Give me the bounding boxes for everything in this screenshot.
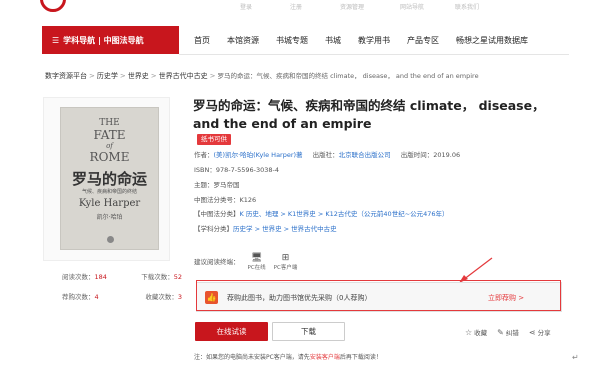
read-option-pc-client[interactable]: ⊞ PC客户端: [274, 253, 298, 272]
install-note: 注：如果您的电脑尚未安装PC客户端，请先安装客户端后再下载阅读！: [194, 354, 382, 361]
recommend-text: 荐购此图书，助力图书馆优先采购（0人荐购）: [227, 294, 372, 302]
top-link[interactable]: 联系我们: [455, 2, 479, 11]
top-link[interactable]: 登录: [240, 2, 252, 11]
clc-class-link[interactable]: K 历史、地理 > K1世界史 > K12古代史（公元前40世纪~公元476年）: [240, 210, 449, 218]
read-option-pc-online[interactable]: 🖥 PC在线: [248, 253, 266, 272]
nav-links: 首页 本馆资源 书城专题 书城 教学用书 产品专区 畅想之星试用数据库: [194, 26, 545, 54]
share-icon: ⋖: [528, 328, 536, 337]
read-terminal: 建议阅读终端： 🖥 PC在线 ⊞ PC客户端: [194, 253, 298, 272]
stat-download: 下载次数：52: [141, 273, 182, 281]
monitor-icon: 🖥: [250, 253, 263, 263]
nav-item-bookstore[interactable]: 书城: [325, 35, 341, 46]
nav-item-textbooks[interactable]: 教学用书: [358, 35, 390, 46]
breadcrumb-current: 罗马的命运：气候、疾病和帝国的终结 climate， disease， and …: [217, 72, 479, 80]
publisher-logo-icon: [107, 236, 114, 243]
recommend-count: （0人荐购）: [332, 294, 372, 302]
breadcrumb-item[interactable]: 数字资源平台: [45, 72, 87, 80]
breadcrumb-item[interactable]: 世界古代中古史: [159, 72, 208, 80]
read-online-button[interactable]: 在线试读: [195, 322, 268, 341]
nav-item-library-resources[interactable]: 本馆资源: [227, 35, 259, 46]
recommend-now-link[interactable]: 立即荐购 >: [488, 293, 524, 303]
windows-icon: ⊞: [281, 253, 290, 263]
edit-icon: ✎: [497, 328, 504, 337]
menu-icon: ☰: [52, 35, 60, 45]
top-bar: 登录 注册 资源管理 网站导航 联系我们: [0, 0, 598, 18]
star-icon: ☆: [465, 328, 473, 337]
subject-nav-button[interactable]: ☰ 学科导航 | 中图法导航: [42, 26, 179, 54]
isbn-value: 978-7-5596-3038-4: [215, 166, 280, 174]
meta-subject-class-row: 【学科分类】历史学 > 世界史 > 世界古代中古史: [194, 225, 337, 233]
book-stats: 阅读次数：184 下载次数：52 荐购次数：4 收藏次数：3: [62, 271, 182, 311]
nav-item-topics[interactable]: 书城专题: [276, 35, 308, 46]
stat-read: 阅读次数：184: [62, 273, 107, 281]
top-link[interactable]: 资源管理: [340, 2, 364, 11]
cover-text: THE: [99, 118, 120, 128]
subject-class-link[interactable]: 历史学 > 世界史 > 世界古代中古史: [233, 225, 337, 233]
clc-value: K126: [239, 196, 257, 204]
main-nav: ☰ 学科导航 | 中图法导航 首页 本馆资源 书城专题 书城 教学用书 产品专区…: [0, 26, 598, 55]
favorite-button[interactable]: ☆ 收藏: [465, 327, 487, 337]
nav-divider: [179, 54, 569, 55]
read-terminal-label: 建议阅读终端：: [194, 258, 240, 266]
book-cover[interactable]: THE FATE of ROME 罗马的命运 气候、疾病和帝国的终结 Kyle …: [60, 107, 159, 250]
install-client-link[interactable]: 安装客户端: [310, 354, 340, 361]
cover-cn-subtitle: 气候、疾病和帝国的终结: [81, 189, 137, 195]
stat-recommend: 荐购次数：4: [62, 293, 99, 301]
nav-item-trial-database[interactable]: 畅想之星试用数据库: [456, 35, 528, 46]
book-title: 罗马的命运：气候、疾病和帝国的终结 climate， disease， and …: [193, 98, 545, 131]
download-button[interactable]: 下载: [272, 322, 345, 341]
correct-button[interactable]: ✎ 纠错: [497, 327, 519, 337]
breadcrumb-item[interactable]: 历史学: [97, 72, 118, 80]
cover-text: of: [106, 142, 113, 150]
cover-author: Kyle Harper: [78, 198, 141, 209]
thumbs-up-icon: 👍: [205, 291, 218, 304]
meta-clc-class-row: 【中图法分类】K 历史、地理 > K1世界史 > K12古代史（公元前40世纪~…: [194, 210, 449, 218]
breadcrumb: 数字资源平台 > 历史学 > 世界史 > 世界古代中古史 > 罗马的命运：气候、疾病和帝国的终结…: [45, 72, 479, 80]
meta-subject-row: 主题：罗马帝国: [194, 181, 240, 189]
meta-isbn-row: ISBN：978-7-5596-3038-4: [194, 166, 280, 174]
share-button[interactable]: ⋖ 分享: [529, 327, 551, 337]
top-link[interactable]: 网站导航: [400, 2, 424, 11]
publisher-link[interactable]: 北京联合出版公司: [339, 151, 391, 159]
nav-item-products[interactable]: 产品专区: [407, 35, 439, 46]
return-mark-icon: ↵: [572, 353, 579, 362]
subject-value: 罗马帝国: [213, 181, 240, 189]
nav-item-home[interactable]: 首页: [194, 35, 210, 46]
site-logo[interactable]: [40, 0, 66, 12]
cover-cn-title: 罗马的命运: [71, 170, 147, 188]
paper-book-badge: 纸书可供: [197, 134, 231, 145]
author-link[interactable]: (美)凯尔·哈珀(Kyle Harper)著: [214, 151, 303, 159]
stat-favorite: 收藏次数：3: [145, 293, 182, 301]
action-bar: ☆ 收藏 ✎ 纠错 ⋖ 分享: [465, 327, 551, 337]
cover-author-cn: 凯尔·哈珀: [96, 214, 123, 221]
breadcrumb-item[interactable]: 世界史: [128, 72, 149, 80]
meta-clc-row: 中图法分类号：K126: [194, 196, 257, 204]
meta-author-row: 作者：(美)凯尔·哈珀(Kyle Harper)著 出版社：北京联合出版公司 出…: [194, 151, 461, 159]
subject-nav-label: 学科导航 | 中图法导航: [63, 35, 144, 45]
cover-text: ROME: [89, 150, 130, 164]
cover-text: FATE: [93, 128, 126, 142]
top-link[interactable]: 注册: [290, 2, 302, 11]
pub-date: 2019.06: [433, 151, 461, 159]
